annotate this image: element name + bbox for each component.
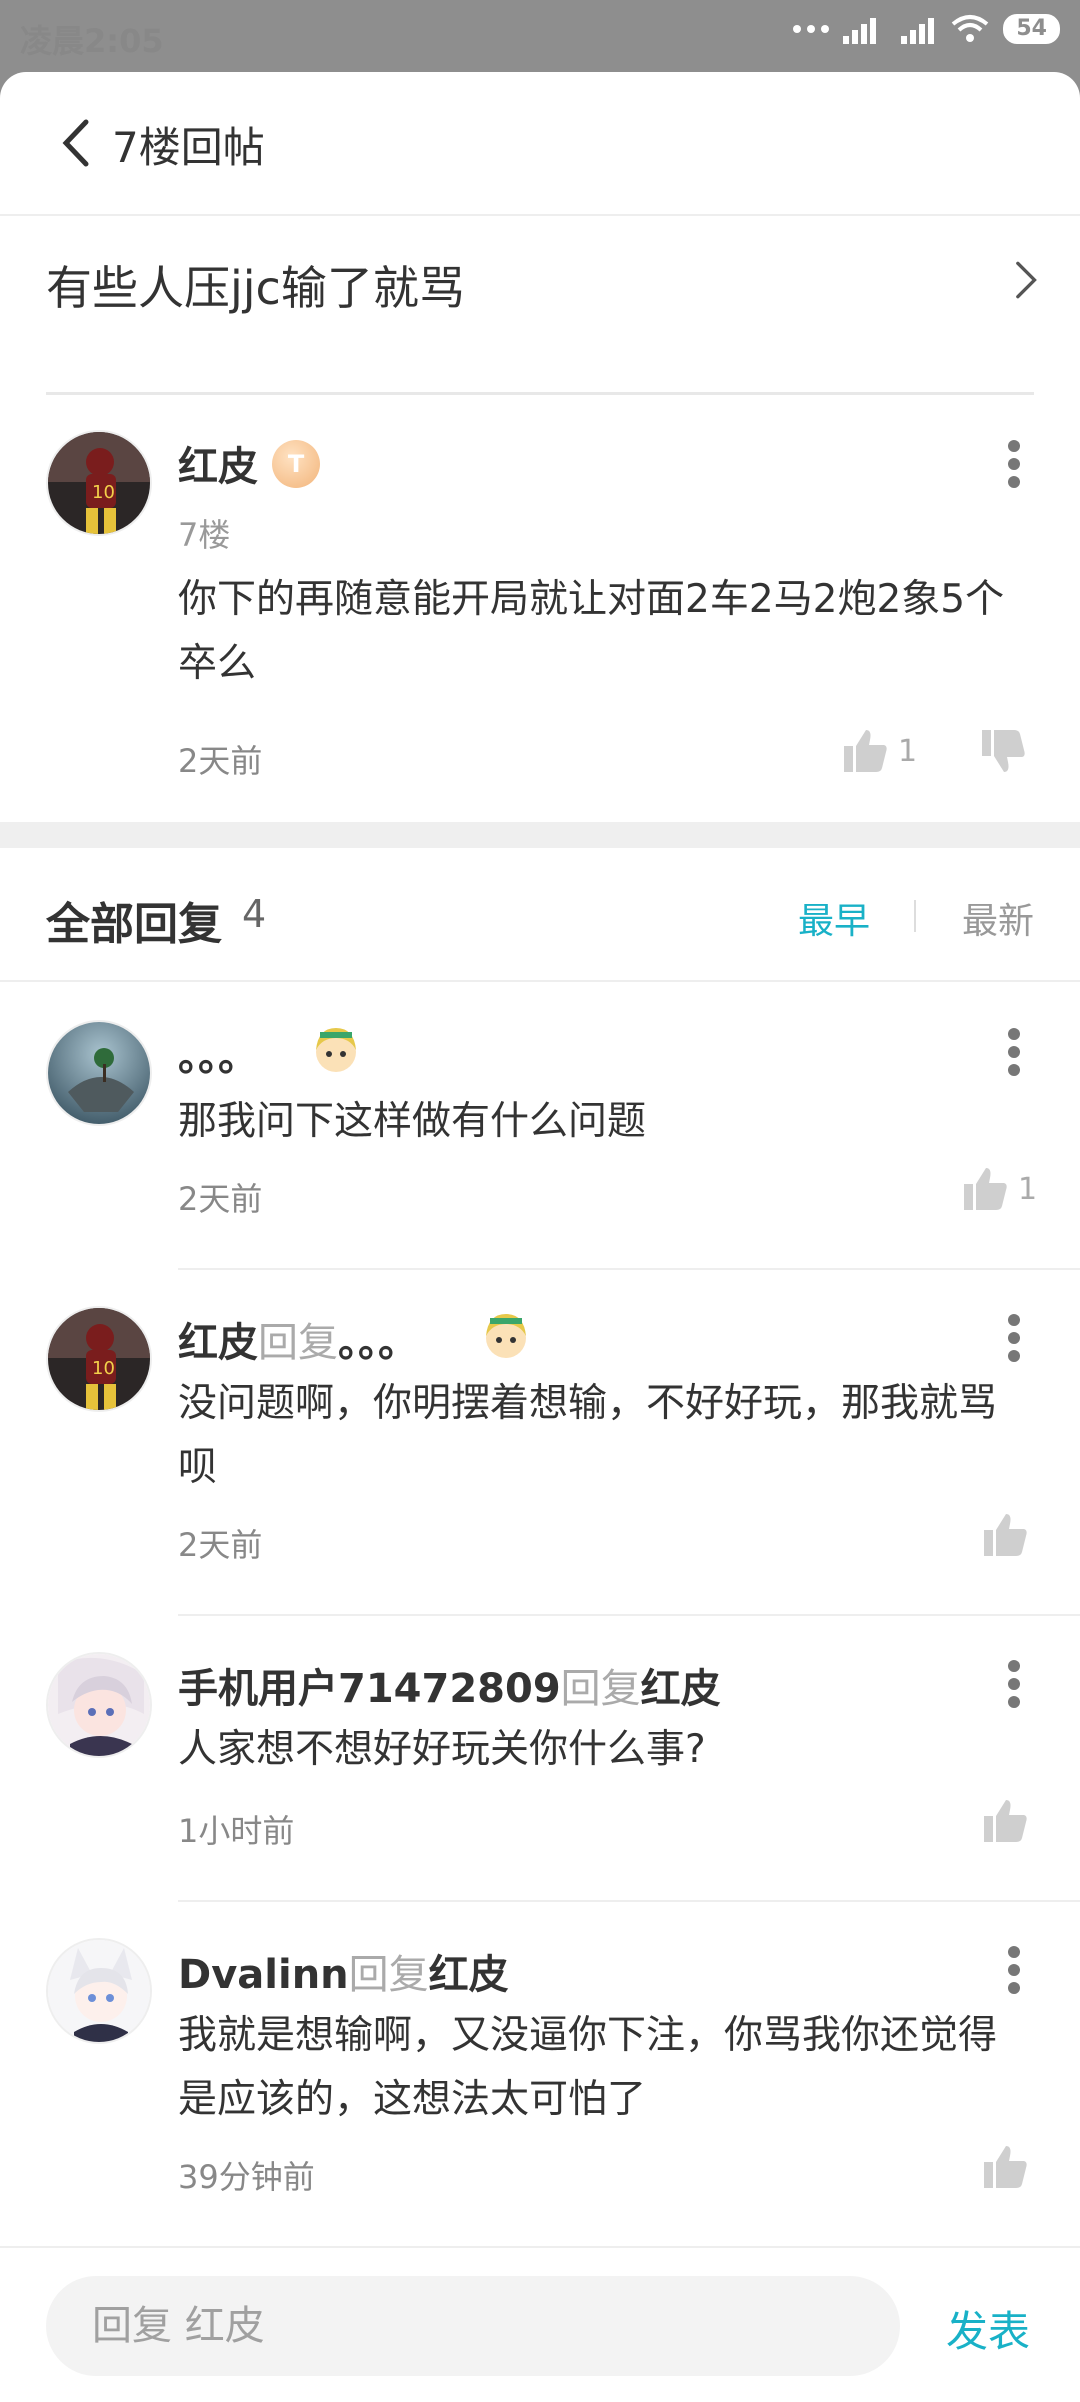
like-button[interactable]: 1 [842,728,917,774]
thumbs-up-icon [984,2146,1027,2188]
divider [46,392,1034,395]
more-vertical-icon[interactable] [1008,1314,1020,1362]
wifi-icon [952,15,989,42]
like-button[interactable] [982,2144,1038,2190]
reply-time: 39分钟前 [178,2158,315,2196]
sort-earliest-tab[interactable]: 最早 [798,892,870,944]
status-icons: 54 [793,14,1060,44]
thumbs-down-icon[interactable] [980,728,1026,774]
replies-header: 全部回复 4 最早 最新 [0,848,1080,982]
author-name[interactable]: 红皮回复。。。 [178,1310,418,1368]
topic-title: 有些人压jjc输了就骂 [46,261,465,315]
divider [914,900,916,932]
replies-title: 全部回复 [46,899,222,950]
reply-target-name: 红皮 [428,1952,509,1998]
section-separator [0,822,1080,848]
chevron-right-icon [1016,261,1037,299]
page-title: 7楼回帖 [112,123,265,172]
svg-text:10: 10 [92,482,115,503]
sort-latest-tab[interactable]: 最新 [962,892,1034,944]
like-button[interactable] [982,1512,1038,1558]
author-name[interactable]: 红皮 [178,434,258,492]
reply-target-name: 红皮 [640,1666,721,1712]
reply-target-name: 。。。 [338,1320,418,1366]
floor-number: 7楼 [178,516,231,554]
author-name-text: Dvalinn [178,1952,349,1998]
like-button[interactable] [982,1798,1038,1844]
author-name-text: 红皮 [178,1320,258,1366]
like-button[interactable]: 1 [962,1166,1037,1212]
status-bar: 凌晨2:05 54 [0,0,1080,70]
thumbs-up-icon [964,1168,1007,1210]
avatar-sticker-icon [316,1028,356,1072]
topic-link[interactable]: 有些人压jjc输了就骂 [0,216,1080,396]
reply-time: 2天前 [178,1526,263,1564]
divider [178,1268,1080,1270]
author-name[interactable]: 手机用户71472809回复红皮 [178,1656,721,1714]
reply-content: 没问题啊，你明摆着想输，不好好玩，那我就骂呗 [178,1381,998,1490]
avatar-sticker-icon [486,1314,526,1358]
post-time: 2天前 [178,742,263,780]
reply-time: 1小时前 [178,1812,295,1850]
more-vertical-icon[interactable] [1008,1946,1020,1994]
avatar[interactable] [46,1020,152,1126]
like-count: 1 [898,733,918,769]
submit-button[interactable]: 发表 [946,2298,1030,2359]
clock: 凌晨2:05 [20,22,164,60]
author-name-text: 。。。 [178,1034,258,1080]
reply-content: 人家想不想好好玩关你什么事? [178,1727,706,1772]
thumbs-up-icon [984,1800,1027,1842]
back-arrow-icon[interactable] [56,118,96,168]
post-content: 你下的再随意能开局就让对面2车2马2炮2象5个卒么 [178,577,1005,686]
thumbs-up-icon [984,1514,1027,1556]
divider [178,1614,1080,1616]
author-name[interactable]: Dvalinn回复红皮 [178,1942,509,2000]
reply-label: 回复 [560,1666,641,1712]
more-vertical-icon[interactable] [1008,440,1020,488]
reply-time: 2天前 [178,1180,263,1218]
avatar[interactable] [46,1938,152,2044]
signal-hd-icon [901,18,935,44]
avatar[interactable] [46,1652,152,1758]
reply-input[interactable] [46,2276,900,2376]
battery-indicator: 54 [1003,14,1060,44]
more-notifications-icon [793,25,830,33]
reply-composer: 发表 [0,2246,1080,2402]
divider [178,1900,1080,1902]
reply-detail-sheet: 7楼回帖 有些人压jjc输了就骂 10 红皮 T 7楼 你下的再随意能开局就让对… [0,72,1080,2402]
more-vertical-icon[interactable] [1008,1028,1020,1076]
signal-icon [843,18,877,44]
reply-content: 我就是想输啊，又没逼你下注，你骂我你还觉得是应该的，这想法太可怕了 [178,2013,998,2122]
more-vertical-icon[interactable] [1008,1660,1020,1708]
avatar[interactable]: 10 [46,430,152,536]
reply-content: 那我问下这样做有什么问题 [178,1099,647,1144]
level-badge: T [272,440,320,488]
thumbs-up-icon [844,730,887,772]
replies-count: 4 [242,892,267,936]
author-name[interactable]: 。。。 [178,1024,258,1082]
author-name-text: 手机用户71472809 [178,1666,561,1712]
reply-label: 回复 [348,1952,429,1998]
page-header: 7楼回帖 [0,72,1080,216]
avatar[interactable]: 10 [46,1306,152,1412]
svg-text:10: 10 [92,1358,115,1379]
reply-label: 回复 [258,1320,338,1366]
like-count: 1 [1018,1171,1038,1207]
